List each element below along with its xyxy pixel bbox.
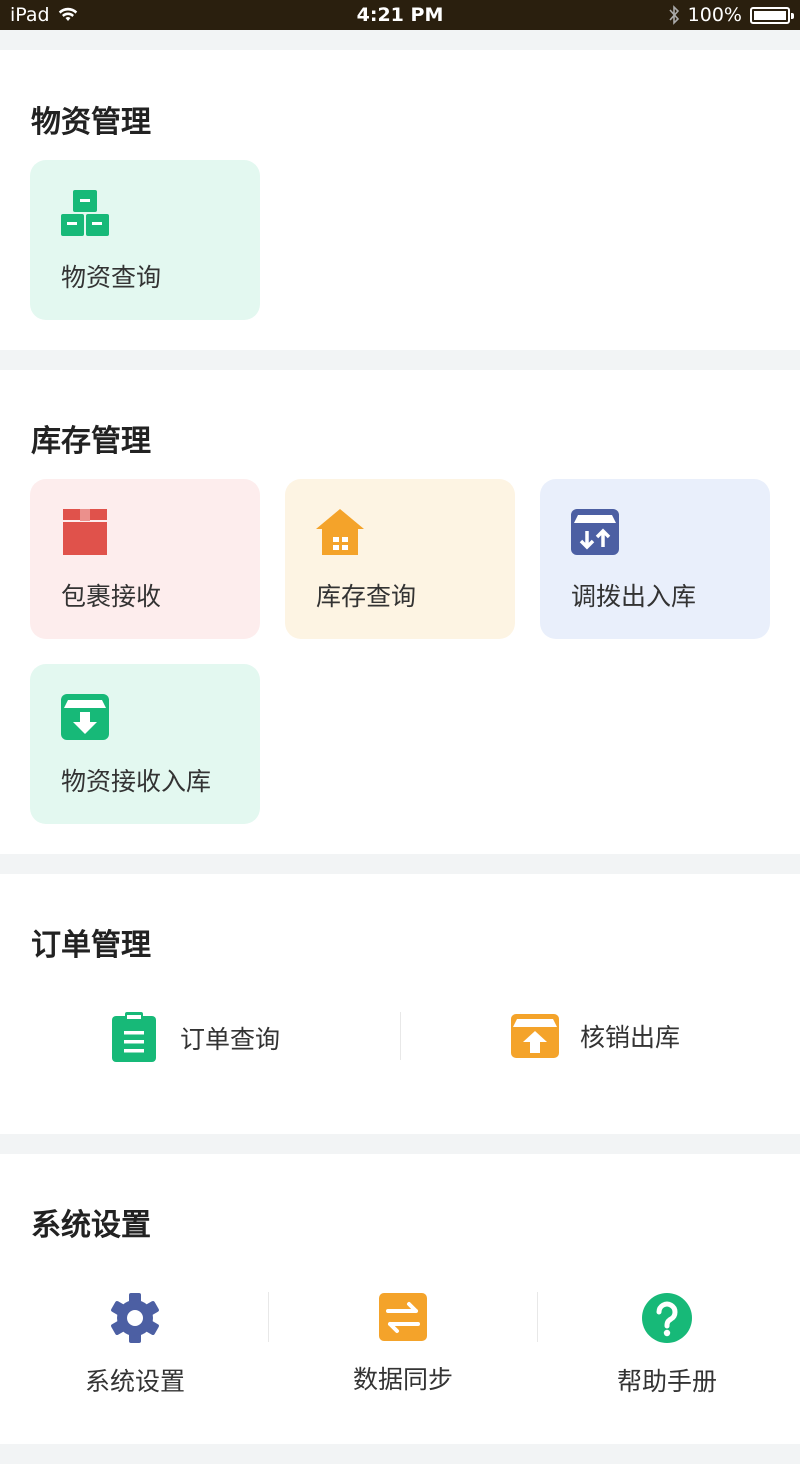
card-label: 库存查询 [316, 582, 417, 611]
section-inventory: 库存管理 包裹接收 库存查询 调拨出入库 物资接收入库 [0, 370, 800, 854]
clipboard-icon [112, 1012, 156, 1062]
card-package-receive[interactable]: 包裹接收 [30, 479, 260, 639]
divider [537, 1292, 538, 1342]
inbox-download-icon [61, 694, 109, 740]
battery-icon [750, 6, 794, 24]
card-transfer-in-out[interactable]: 调拨出入库 [540, 479, 770, 639]
section-title-inventory: 库存管理 [31, 424, 151, 459]
card-material-query[interactable]: 物资查询 [30, 160, 260, 320]
status-bar: iPad 4:21 PM 100% [0, 0, 800, 30]
data-sync-label: 数据同步 [352, 1365, 453, 1394]
system-settings-button[interactable]: 系统设置 [35, 1292, 235, 1398]
section-materials: 物资管理 物资查询 [0, 50, 800, 350]
help-manual-label: 帮助手册 [616, 1367, 717, 1396]
outbound-box-icon [511, 1014, 559, 1058]
sync-arrows-icon [379, 1293, 427, 1341]
section-system: 系统设置 系统设置 数据同步 帮助手册 [0, 1154, 800, 1444]
battery-percent: 100% [687, 4, 742, 26]
system-settings-label: 系统设置 [84, 1367, 185, 1396]
card-label: 调拨出入库 [571, 582, 697, 611]
boxes-icon [61, 190, 109, 236]
section-orders: 订单管理 订单查询 核销出库 [0, 874, 800, 1134]
bluetooth-icon [669, 5, 679, 25]
divider [400, 1012, 401, 1060]
card-label: 物资接收入库 [61, 767, 212, 796]
help-icon [642, 1293, 692, 1343]
section-title-system: 系统设置 [31, 1208, 151, 1243]
transfer-box-icon [571, 509, 619, 555]
warehouse-icon [316, 509, 364, 555]
divider [268, 1292, 269, 1342]
data-sync-button[interactable]: 数据同步 [303, 1292, 503, 1396]
card-material-receive-in[interactable]: 物资接收入库 [30, 664, 260, 824]
card-label: 物资查询 [61, 263, 162, 292]
order-query-label: 订单查询 [180, 1025, 281, 1054]
gear-icon [111, 1293, 159, 1343]
package-icon [63, 509, 107, 555]
card-inventory-query[interactable]: 库存查询 [285, 479, 515, 639]
order-query-button[interactable]: 订单查询 [110, 1012, 280, 1064]
section-title-orders: 订单管理 [31, 928, 151, 963]
verify-outbound-label: 核销出库 [580, 1023, 681, 1052]
verify-outbound-button[interactable]: 核销出库 [510, 1012, 680, 1060]
card-label: 包裹接收 [61, 582, 162, 611]
help-manual-button[interactable]: 帮助手册 [567, 1292, 767, 1398]
section-title-materials: 物资管理 [31, 105, 151, 140]
